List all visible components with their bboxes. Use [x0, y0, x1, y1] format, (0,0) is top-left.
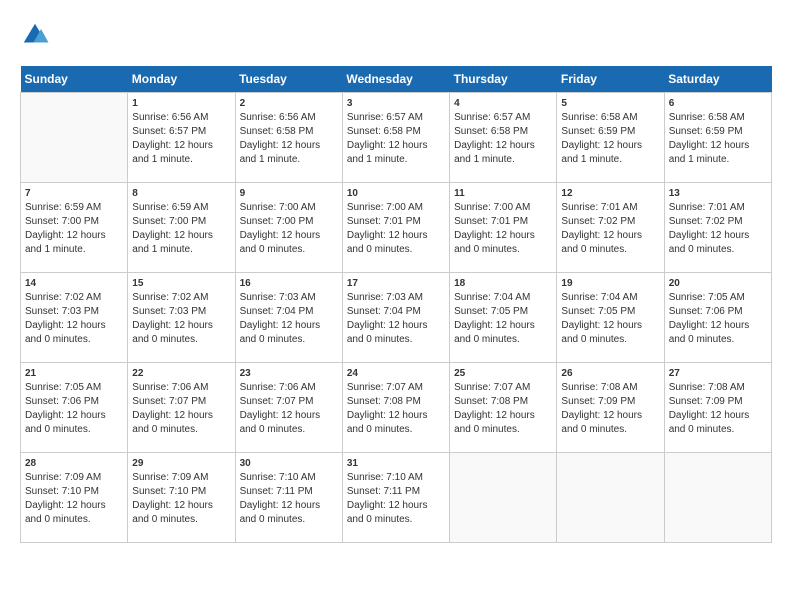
calendar-cell: 12Sunrise: 7:01 AMSunset: 7:02 PMDayligh…: [557, 183, 664, 273]
calendar-week-2: 7Sunrise: 6:59 AMSunset: 7:00 PMDaylight…: [21, 183, 772, 273]
calendar-cell: [557, 453, 664, 543]
day-number: 20Sunrise: 7:05 AMSunset: 7:06 PMDayligh…: [669, 278, 750, 345]
calendar-week-1: 1Sunrise: 6:56 AMSunset: 6:57 PMDaylight…: [21, 93, 772, 183]
day-number: 4Sunrise: 6:57 AMSunset: 6:58 PMDaylight…: [454, 98, 535, 165]
calendar-table: SundayMondayTuesdayWednesdayThursdayFrid…: [20, 66, 772, 543]
header-saturday: Saturday: [664, 66, 771, 93]
day-number: 10Sunrise: 7:00 AMSunset: 7:01 PMDayligh…: [347, 188, 428, 255]
day-number: 19Sunrise: 7:04 AMSunset: 7:05 PMDayligh…: [561, 278, 642, 345]
day-number: 3Sunrise: 6:57 AMSunset: 6:58 PMDaylight…: [347, 98, 428, 165]
calendar-cell: 29Sunrise: 7:09 AMSunset: 7:10 PMDayligh…: [128, 453, 235, 543]
page-header: [20, 20, 772, 50]
day-number: 9Sunrise: 7:00 AMSunset: 7:00 PMDaylight…: [240, 188, 321, 255]
calendar-cell: [21, 93, 128, 183]
day-number: 1Sunrise: 6:56 AMSunset: 6:57 PMDaylight…: [132, 98, 213, 165]
calendar-cell: 4Sunrise: 6:57 AMSunset: 6:58 PMDaylight…: [450, 93, 557, 183]
day-number: 15Sunrise: 7:02 AMSunset: 7:03 PMDayligh…: [132, 278, 213, 345]
header-wednesday: Wednesday: [342, 66, 449, 93]
calendar-cell: 9Sunrise: 7:00 AMSunset: 7:00 PMDaylight…: [235, 183, 342, 273]
calendar-cell: 10Sunrise: 7:00 AMSunset: 7:01 PMDayligh…: [342, 183, 449, 273]
calendar-cell: 19Sunrise: 7:04 AMSunset: 7:05 PMDayligh…: [557, 273, 664, 363]
calendar-cell: 22Sunrise: 7:06 AMSunset: 7:07 PMDayligh…: [128, 363, 235, 453]
day-number: 5Sunrise: 6:58 AMSunset: 6:59 PMDaylight…: [561, 98, 642, 165]
calendar-week-5: 28Sunrise: 7:09 AMSunset: 7:10 PMDayligh…: [21, 453, 772, 543]
logo: [20, 20, 54, 50]
calendar-cell: 31Sunrise: 7:10 AMSunset: 7:11 PMDayligh…: [342, 453, 449, 543]
logo-icon: [20, 20, 50, 50]
calendar-cell: 7Sunrise: 6:59 AMSunset: 7:00 PMDaylight…: [21, 183, 128, 273]
day-number: 30Sunrise: 7:10 AMSunset: 7:11 PMDayligh…: [240, 458, 321, 525]
calendar-week-3: 14Sunrise: 7:02 AMSunset: 7:03 PMDayligh…: [21, 273, 772, 363]
calendar-cell: 2Sunrise: 6:56 AMSunset: 6:58 PMDaylight…: [235, 93, 342, 183]
day-number: 18Sunrise: 7:04 AMSunset: 7:05 PMDayligh…: [454, 278, 535, 345]
day-number: 16Sunrise: 7:03 AMSunset: 7:04 PMDayligh…: [240, 278, 321, 345]
calendar-cell: 20Sunrise: 7:05 AMSunset: 7:06 PMDayligh…: [664, 273, 771, 363]
calendar-cell: 23Sunrise: 7:06 AMSunset: 7:07 PMDayligh…: [235, 363, 342, 453]
calendar-cell: 1Sunrise: 6:56 AMSunset: 6:57 PMDaylight…: [128, 93, 235, 183]
day-number: 23Sunrise: 7:06 AMSunset: 7:07 PMDayligh…: [240, 368, 321, 435]
day-number: 22Sunrise: 7:06 AMSunset: 7:07 PMDayligh…: [132, 368, 213, 435]
header-monday: Monday: [128, 66, 235, 93]
calendar-cell: 17Sunrise: 7:03 AMSunset: 7:04 PMDayligh…: [342, 273, 449, 363]
calendar-cell: 18Sunrise: 7:04 AMSunset: 7:05 PMDayligh…: [450, 273, 557, 363]
calendar-cell: 8Sunrise: 6:59 AMSunset: 7:00 PMDaylight…: [128, 183, 235, 273]
calendar-cell: 30Sunrise: 7:10 AMSunset: 7:11 PMDayligh…: [235, 453, 342, 543]
calendar-cell: 5Sunrise: 6:58 AMSunset: 6:59 PMDaylight…: [557, 93, 664, 183]
calendar-cell: 28Sunrise: 7:09 AMSunset: 7:10 PMDayligh…: [21, 453, 128, 543]
day-number: 7Sunrise: 6:59 AMSunset: 7:00 PMDaylight…: [25, 188, 106, 255]
header-tuesday: Tuesday: [235, 66, 342, 93]
day-number: 2Sunrise: 6:56 AMSunset: 6:58 PMDaylight…: [240, 98, 321, 165]
day-number: 12Sunrise: 7:01 AMSunset: 7:02 PMDayligh…: [561, 188, 642, 255]
calendar-cell: 27Sunrise: 7:08 AMSunset: 7:09 PMDayligh…: [664, 363, 771, 453]
calendar-cell: 3Sunrise: 6:57 AMSunset: 6:58 PMDaylight…: [342, 93, 449, 183]
day-number: 8Sunrise: 6:59 AMSunset: 7:00 PMDaylight…: [132, 188, 213, 255]
header-thursday: Thursday: [450, 66, 557, 93]
calendar-week-4: 21Sunrise: 7:05 AMSunset: 7:06 PMDayligh…: [21, 363, 772, 453]
calendar-cell: 6Sunrise: 6:58 AMSunset: 6:59 PMDaylight…: [664, 93, 771, 183]
day-number: 6Sunrise: 6:58 AMSunset: 6:59 PMDaylight…: [669, 98, 750, 165]
day-number: 31Sunrise: 7:10 AMSunset: 7:11 PMDayligh…: [347, 458, 428, 525]
day-number: 11Sunrise: 7:00 AMSunset: 7:01 PMDayligh…: [454, 188, 535, 255]
calendar-cell: 25Sunrise: 7:07 AMSunset: 7:08 PMDayligh…: [450, 363, 557, 453]
calendar-cell: 24Sunrise: 7:07 AMSunset: 7:08 PMDayligh…: [342, 363, 449, 453]
day-number: 17Sunrise: 7:03 AMSunset: 7:04 PMDayligh…: [347, 278, 428, 345]
day-number: 21Sunrise: 7:05 AMSunset: 7:06 PMDayligh…: [25, 368, 106, 435]
calendar-cell: 26Sunrise: 7:08 AMSunset: 7:09 PMDayligh…: [557, 363, 664, 453]
calendar-cell: 11Sunrise: 7:00 AMSunset: 7:01 PMDayligh…: [450, 183, 557, 273]
day-number: 24Sunrise: 7:07 AMSunset: 7:08 PMDayligh…: [347, 368, 428, 435]
day-number: 25Sunrise: 7:07 AMSunset: 7:08 PMDayligh…: [454, 368, 535, 435]
calendar-cell: 15Sunrise: 7:02 AMSunset: 7:03 PMDayligh…: [128, 273, 235, 363]
day-number: 14Sunrise: 7:02 AMSunset: 7:03 PMDayligh…: [25, 278, 106, 345]
header-sunday: Sunday: [21, 66, 128, 93]
calendar-cell: 14Sunrise: 7:02 AMSunset: 7:03 PMDayligh…: [21, 273, 128, 363]
day-number: 26Sunrise: 7:08 AMSunset: 7:09 PMDayligh…: [561, 368, 642, 435]
day-number: 27Sunrise: 7:08 AMSunset: 7:09 PMDayligh…: [669, 368, 750, 435]
header-friday: Friday: [557, 66, 664, 93]
calendar-cell: [664, 453, 771, 543]
day-number: 28Sunrise: 7:09 AMSunset: 7:10 PMDayligh…: [25, 458, 106, 525]
calendar-cell: [450, 453, 557, 543]
calendar-cell: 16Sunrise: 7:03 AMSunset: 7:04 PMDayligh…: [235, 273, 342, 363]
calendar-cell: 13Sunrise: 7:01 AMSunset: 7:02 PMDayligh…: [664, 183, 771, 273]
calendar-cell: 21Sunrise: 7:05 AMSunset: 7:06 PMDayligh…: [21, 363, 128, 453]
day-number: 13Sunrise: 7:01 AMSunset: 7:02 PMDayligh…: [669, 188, 750, 255]
day-number: 29Sunrise: 7:09 AMSunset: 7:10 PMDayligh…: [132, 458, 213, 525]
calendar-header-row: SundayMondayTuesdayWednesdayThursdayFrid…: [21, 66, 772, 93]
